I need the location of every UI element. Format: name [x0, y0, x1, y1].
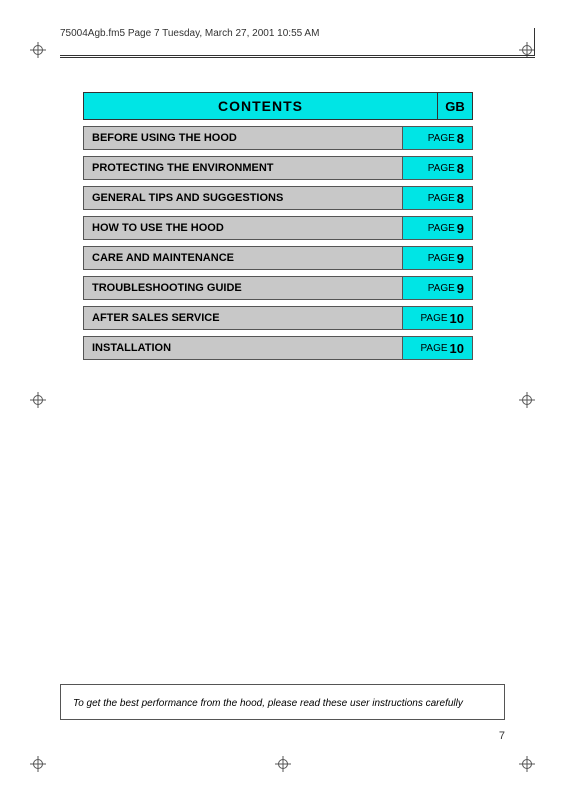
toc-page-num-3: 9 [457, 221, 464, 236]
toc-label-text-3: HOW TO USE THE HOOD [92, 222, 224, 234]
toc-page-0: PAGE 8 [402, 127, 472, 149]
toc-page-word-3: PAGE [428, 223, 455, 234]
toc-page-num-6: 10 [450, 311, 464, 326]
toc-page-7: PAGE 10 [402, 337, 472, 359]
toc-page-word-6: PAGE [420, 313, 447, 324]
toc-page-3: PAGE 9 [402, 217, 472, 239]
toc-row-3: HOW TO USE THE HOOD PAGE 9 [83, 216, 473, 240]
toc-page-num-4: 9 [457, 251, 464, 266]
header-divider [60, 55, 535, 56]
bottom-note-box: To get the best performance from the hoo… [60, 684, 505, 720]
toc-page-6: PAGE 10 [402, 307, 472, 329]
contents-title-box: CONTENTS [83, 92, 437, 120]
page: 75004Agb.fm5 Page 7 Tuesday, March 27, 2… [0, 0, 565, 800]
toc-page-num-2: 8 [457, 191, 464, 206]
toc-row-2: GENERAL TIPS AND SUGGESTIONS PAGE 8 [83, 186, 473, 210]
toc-label-2: GENERAL TIPS AND SUGGESTIONS [84, 187, 402, 209]
page-number: 7 [499, 730, 505, 742]
crosshair-bottom-right [519, 756, 535, 772]
toc-label-7: INSTALLATION [84, 337, 402, 359]
contents-header: CONTENTS GB [83, 92, 473, 120]
toc-page-num-0: 8 [457, 131, 464, 146]
toc-row-6: AFTER SALES SERVICE PAGE 10 [83, 306, 473, 330]
toc-page-5: PAGE 9 [402, 277, 472, 299]
toc-label-text-6: AFTER SALES SERVICE [92, 312, 220, 324]
toc-label-text-0: BEFORE USING THE HOOD [92, 132, 237, 144]
toc-label-3: HOW TO USE THE HOOD [84, 217, 402, 239]
crosshair-mid-right [519, 392, 535, 408]
contents-gb-box: GB [437, 92, 473, 120]
toc-label-text-2: GENERAL TIPS AND SUGGESTIONS [92, 192, 283, 204]
toc-row-0: BEFORE USING THE HOOD PAGE 8 [83, 126, 473, 150]
crosshair-mid-left [30, 392, 46, 408]
toc-label-text-7: INSTALLATION [92, 342, 171, 354]
toc-page-4: PAGE 9 [402, 247, 472, 269]
toc-label-1: PROTECTING THE ENVIRONMENT [84, 157, 402, 179]
toc-label-0: BEFORE USING THE HOOD [84, 127, 402, 149]
header-bar: 75004Agb.fm5 Page 7 Tuesday, March 27, 2… [60, 28, 535, 39]
bottom-note-text: To get the best performance from the hoo… [73, 698, 463, 709]
toc-page-word-5: PAGE [428, 283, 455, 294]
toc-page-word-7: PAGE [420, 343, 447, 354]
header-divider-2 [60, 57, 535, 58]
crosshair-bottom-center [275, 756, 291, 772]
toc-page-1: PAGE 8 [402, 157, 472, 179]
crosshair-bottom-left [30, 756, 46, 772]
toc-page-num-1: 8 [457, 161, 464, 176]
toc-row-1: PROTECTING THE ENVIRONMENT PAGE 8 [83, 156, 473, 180]
contents-title: CONTENTS [218, 98, 303, 114]
contents-area: CONTENTS GB BEFORE USING THE HOOD PAGE 8… [83, 92, 473, 360]
toc-page-word-4: PAGE [428, 253, 455, 264]
contents-gb: GB [445, 99, 465, 114]
crosshair-top-left [30, 42, 46, 58]
toc-page-word-2: PAGE [428, 193, 455, 204]
toc-rows: BEFORE USING THE HOOD PAGE 8 PROTECTING … [83, 126, 473, 360]
toc-page-2: PAGE 8 [402, 187, 472, 209]
toc-label-text-5: TROUBLESHOOTING GUIDE [92, 282, 242, 294]
toc-row-5: TROUBLESHOOTING GUIDE PAGE 9 [83, 276, 473, 300]
toc-page-num-5: 9 [457, 281, 464, 296]
toc-label-text-1: PROTECTING THE ENVIRONMENT [92, 162, 274, 174]
toc-label-5: TROUBLESHOOTING GUIDE [84, 277, 402, 299]
toc-label-text-4: CARE AND MAINTENANCE [92, 252, 234, 264]
header-text: 75004Agb.fm5 Page 7 Tuesday, March 27, 2… [60, 28, 319, 39]
toc-label-6: AFTER SALES SERVICE [84, 307, 402, 329]
toc-label-4: CARE AND MAINTENANCE [84, 247, 402, 269]
right-border-top [534, 28, 535, 56]
toc-page-word-0: PAGE [428, 133, 455, 144]
toc-row-7: INSTALLATION PAGE 10 [83, 336, 473, 360]
toc-page-num-7: 10 [450, 341, 464, 356]
toc-page-word-1: PAGE [428, 163, 455, 174]
toc-row-4: CARE AND MAINTENANCE PAGE 9 [83, 246, 473, 270]
